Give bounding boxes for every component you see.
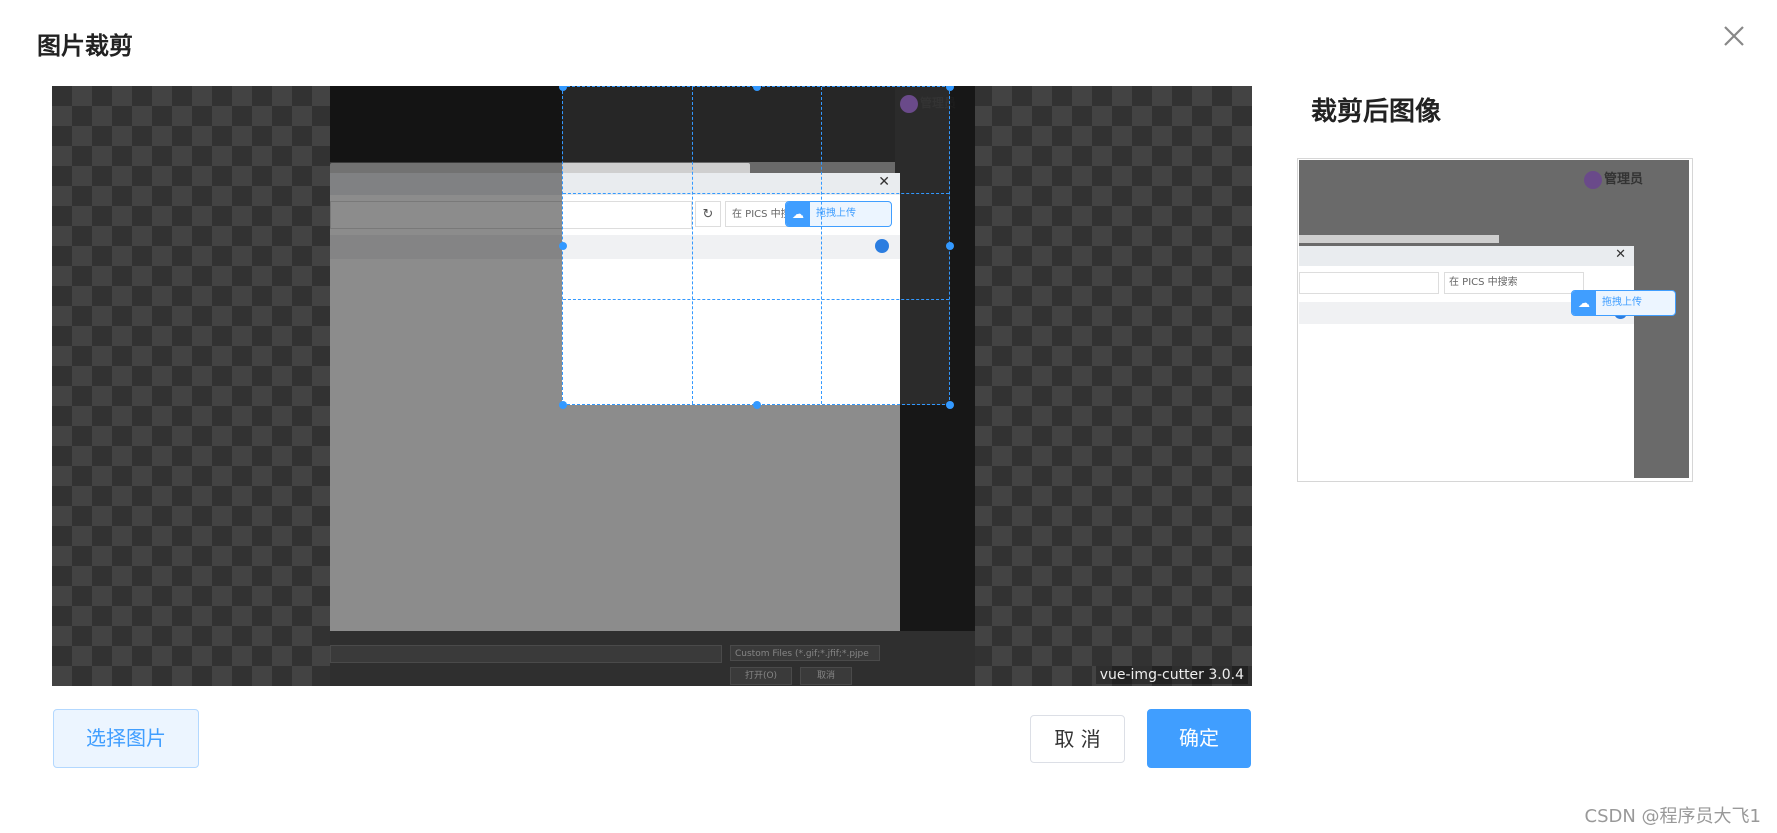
cloud-upload-icon: ☁ — [1572, 291, 1596, 315]
resize-handle-w[interactable] — [559, 242, 567, 250]
dim-left — [52, 86, 562, 686]
resize-handle-sw[interactable] — [559, 401, 567, 409]
crop-grid-line — [692, 87, 693, 404]
preview-path-bar — [1299, 272, 1439, 294]
preview-upload-chip: ☁ 拖拽上传 — [1571, 290, 1676, 316]
crop-grid-line — [821, 87, 822, 404]
dim-bottom — [562, 405, 950, 686]
preview-admin-label: 管理员 — [1584, 168, 1643, 189]
crop-grid-line — [563, 299, 949, 300]
cutter-version-label: vue-img-cutter 3.0.4 — [1095, 666, 1248, 684]
crop-selection-box[interactable] — [559, 86, 954, 409]
dialog-title: 图片裁剪 — [37, 32, 133, 60]
resize-handle-s[interactable] — [753, 401, 761, 409]
preview-title: 裁剪后图像 — [1311, 97, 1442, 127]
preview-window-titlebar: ✕ — [1299, 246, 1634, 266]
resize-handle-se[interactable] — [946, 401, 954, 409]
footer-watermark: CSDN @程序员大飞1 — [1584, 806, 1762, 827]
preview-window-back — [1299, 235, 1499, 243]
image-cutter-canvas[interactable]: 管理员 ✕ ↻ 在 PICS 中搜索 ☁ 拖拽上传 Custom Files (… — [52, 86, 1252, 686]
resize-handle-nw[interactable] — [559, 86, 567, 91]
select-image-button[interactable]: 选择图片 — [53, 709, 199, 768]
preview-file-window: ✕ 在 PICS 中搜索 — [1299, 246, 1634, 478]
preview-close-icon: ✕ — [1615, 247, 1626, 262]
confirm-button[interactable]: 确定 — [1147, 709, 1251, 768]
preview-image: 管理员 ✕ 在 PICS 中搜索 ☁ 拖拽上传 — [1299, 160, 1689, 478]
cancel-button[interactable]: 取 消 — [1030, 715, 1125, 763]
resize-handle-e[interactable] — [946, 242, 954, 250]
crop-grid-line — [563, 193, 949, 194]
preview-frame: 管理员 ✕ 在 PICS 中搜索 ☁ 拖拽上传 — [1297, 158, 1693, 482]
dim-right — [950, 86, 1252, 686]
preview-search-field: 在 PICS 中搜索 — [1444, 272, 1584, 294]
crop-dialog: 图片裁剪 管理员 ✕ ↻ 在 PICS 中搜索 ☁ 拖拽上传 Custom Fi… — [0, 0, 1777, 833]
close-icon[interactable] — [1720, 22, 1748, 50]
resize-handle-n[interactable] — [753, 86, 761, 91]
avatar — [1584, 170, 1602, 189]
